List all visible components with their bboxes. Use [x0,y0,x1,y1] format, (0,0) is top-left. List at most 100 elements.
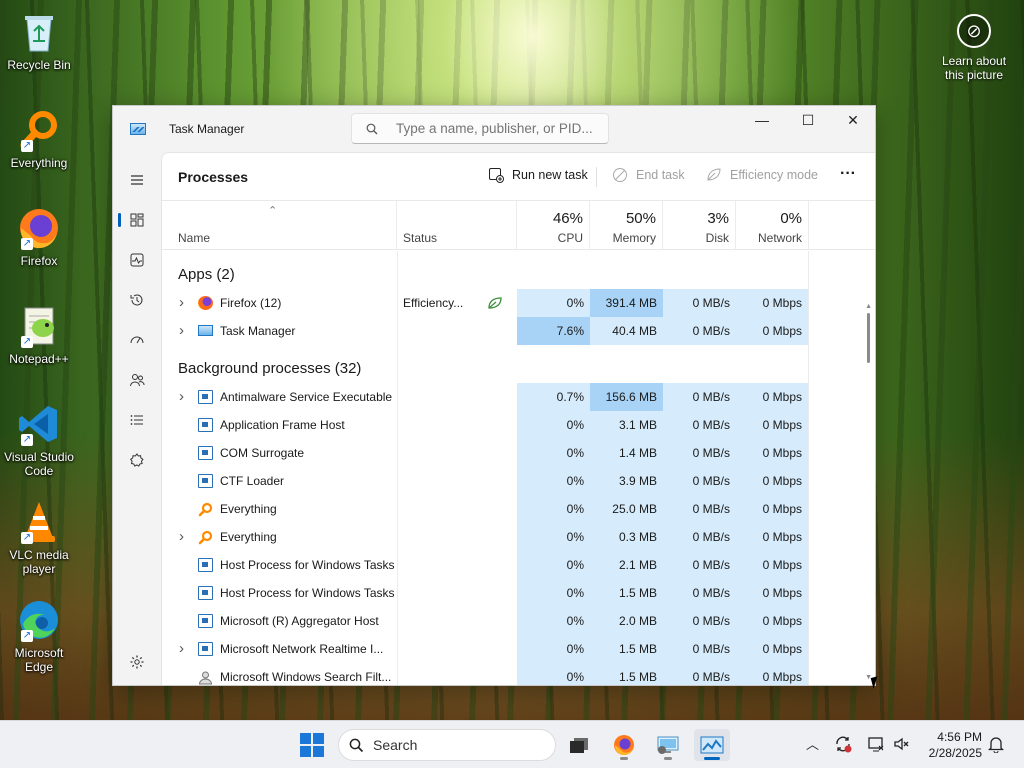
process-row[interactable]: › Task Manager 7.6% 40.4 MB 0 MB/s 0 Mbps [162,317,808,345]
process-row[interactable]: › Microsoft Network Realtime I... 0% 1.5 MB… [162,635,808,663]
taskbar-remote-desktop[interactable] [650,729,686,761]
scroll-up-arrow-icon[interactable]: ▲ [865,303,872,310]
process-row[interactable]: Host Process for Windows Tasks 0% 2.1 MB 0 … [162,551,808,579]
taskbar-task-view[interactable] [561,729,597,761]
process-name: Task Manager [220,324,296,338]
process-memory-value: 1.5 MB [590,635,663,663]
process-row[interactable]: CTF Loader 0% 3.9 MB 0 MB/s 0 Mbps [162,467,808,495]
sidebar-item-app-history[interactable] [119,284,155,316]
chevron-right-icon[interactable]: › [179,523,184,551]
everything-icon: ↗ [15,106,63,154]
search-input[interactable] [396,114,596,143]
sidebar-item-processes[interactable] [118,204,155,236]
process-row[interactable]: › Antimalware Service Executable 0.7% 156.6… [162,383,808,411]
everything-icon [198,502,213,517]
group-header-apps[interactable]: Apps (2) [178,261,235,289]
desktop-icon-firefox[interactable]: ↗ Firefox [4,204,74,268]
minimize-button[interactable]: — [739,106,785,136]
process-memory-value: 3.9 MB [590,467,663,495]
desktop-icon-label: Microsoft Edge [14,646,64,674]
process-network-value: 0 Mbps [736,439,808,467]
sidebar-item-details[interactable] [119,404,155,436]
process-row[interactable]: Application Frame Host 0% 3.1 MB 0 MB/s 0 Mb… [162,411,808,439]
process-disk-value: 0 MB/s [663,635,736,663]
firefox-icon [198,296,213,310]
column-header-status[interactable]: Status [397,201,517,250]
desktop-icon-everything[interactable]: ↗ Everything [4,106,74,170]
tray-network-button[interactable] [867,735,885,755]
tray-update-icon-button[interactable] [834,735,852,755]
group-header-background[interactable]: Background processes (32) [178,355,361,383]
sidebar-item-users[interactable] [119,364,155,396]
windows-logo-icon [300,746,311,757]
desktop-icon-label: VLC media player [9,548,69,576]
process-cpu-value: 0% [517,607,590,635]
process-list: Apps (2) Background processes (32) › Fire… [162,251,875,685]
process-cpu-value: 0% [517,551,590,579]
process-memory-value: 156.6 MB [590,383,663,411]
process-row[interactable]: COM Surrogate 0% 1.4 MB 0 MB/s 0 Mbps [162,439,808,467]
column-header-memory[interactable]: 50% Memory [590,201,663,250]
chevron-right-icon[interactable]: › [179,635,184,663]
process-cpu-value: 0% [517,523,590,551]
sidebar-item-settings[interactable] [119,646,155,678]
column-header-cpu[interactable]: 46% CPU [517,201,590,250]
tray-volume-button[interactable] [893,735,911,755]
process-row[interactable]: › Firefox (12) Efficiency... 0% 391.4 MB 0 MB… [162,289,808,317]
taskbar-firefox[interactable] [606,729,642,761]
sidebar-item-services[interactable] [119,444,155,476]
process-network-value: 0 Mbps [736,411,808,439]
process-search-box[interactable] [351,113,609,144]
maximize-button[interactable]: ☐ [785,106,831,136]
hamburger-menu-button[interactable] [119,164,155,196]
system-clock[interactable]: 4:56 PM 2/28/2025 [929,729,982,761]
windows-logo-icon [313,746,324,757]
user-process-icon [198,670,213,685]
processes-icon [130,213,144,227]
column-header-disk[interactable]: 3% Disk [663,201,736,250]
notifications-button[interactable] [987,735,1005,755]
chevron-right-icon[interactable]: › [179,317,184,345]
start-button[interactable] [300,733,324,757]
chevron-right-icon[interactable]: › [179,289,184,317]
taskbar-task-manager[interactable] [694,729,730,761]
speaker-muted-icon [894,737,909,751]
desktop-icon-vlc[interactable]: ↗ VLC media player [4,498,74,576]
efficiency-leaf-icon [488,289,503,320]
desktop-icon-edge[interactable]: ↗ Microsoft Edge [4,596,74,674]
process-name: COM Surrogate [220,446,305,460]
column-label-network: Network [757,231,802,245]
desktop-icon-vscode[interactable]: ↗ Visual Studio Code [4,400,74,478]
column-header-network[interactable]: 0% Network [736,201,809,250]
desktop-icon-recycle-bin[interactable]: Recycle Bin [4,8,74,72]
process-disk-value: 0 MB/s [663,383,736,411]
close-button[interactable]: ✕ [830,106,876,136]
sidebar-item-performance[interactable] [119,244,155,276]
process-row[interactable]: › Everything 0% 0.3 MB 0 MB/s 0 Mbps [162,523,808,551]
run-new-task-button[interactable]: Run new task [488,167,588,183]
show-hidden-icons-button[interactable]: ︿ [806,721,819,768]
end-task-button[interactable]: End task [612,167,685,183]
service-process-icon [198,390,213,404]
taskbar-search[interactable]: Search [338,729,556,761]
clock-date: 2/28/2025 [928,746,982,760]
efficiency-mode-button[interactable]: Efficiency mode [706,167,818,183]
process-row[interactable]: Microsoft Windows Search Filt... 0% 1.5 MB… [162,663,808,685]
title-bar[interactable]: Task Manager — ☐ ✕ [113,106,875,152]
chevron-right-icon[interactable]: › [179,383,184,411]
sidebar-item-startup-apps[interactable] [119,324,155,356]
process-row[interactable]: Host Process for Windows Tasks 0% 1.5 MB 0 … [162,579,808,607]
more-options-button[interactable]: ··· [840,165,856,183]
process-row[interactable]: Everything 0% 25.0 MB 0 MB/s 0 Mbps [162,495,808,523]
shortcut-arrow-icon: ↗ [21,140,33,152]
process-cpu-value: 0% [517,467,590,495]
vertical-scrollbar[interactable] [867,313,870,363]
bell-icon [987,737,1005,754]
process-disk-value: 0 MB/s [663,495,736,523]
process-row[interactable]: Microsoft (R) Aggregator Host 0% 2.0 MB 0 M… [162,607,808,635]
taskbar-search-label: Search [373,737,418,753]
learn-about-picture[interactable]: ⊘ Learn about this picture [934,10,1014,82]
column-header-name[interactable]: Name [162,201,397,250]
desktop-icon-notepadpp[interactable]: ↗ Notepad++ [4,302,74,366]
process-memory-value: 391.4 MB [590,289,663,317]
